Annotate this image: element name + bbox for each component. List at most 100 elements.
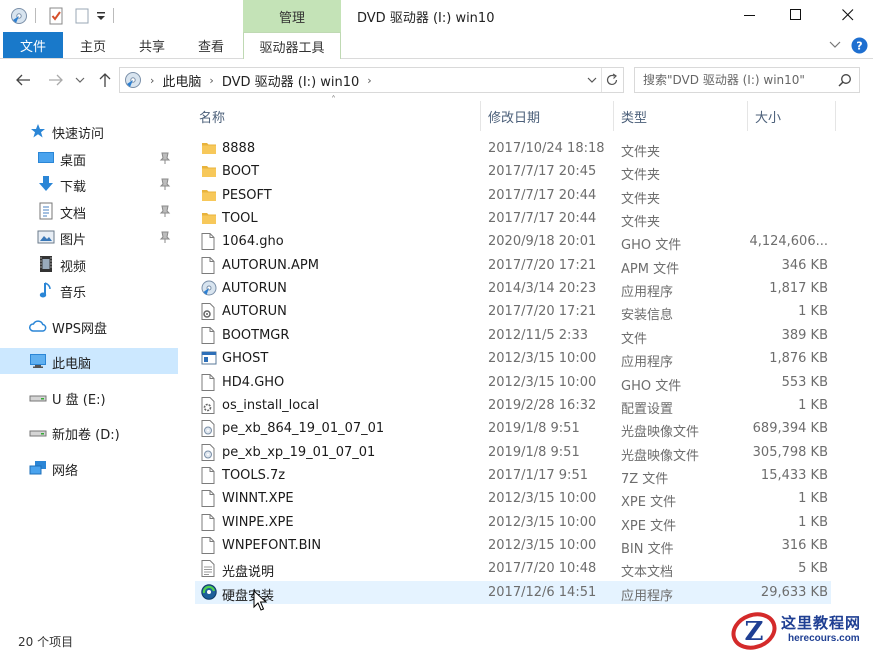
nav-item-network[interactable]: 网络: [0, 455, 178, 481]
back-button[interactable]: [12, 69, 34, 91]
table-row[interactable]: 光盘说明 2017/7/20 10:48 文本文档 5 KB: [195, 557, 831, 580]
file-icon: [201, 256, 217, 274]
table-row[interactable]: os_install_local 2019/2/28 16:32 配置设置 1 KB: [195, 394, 831, 417]
nav-item-music[interactable]: 音乐: [0, 277, 178, 303]
column-resize-handle[interactable]: [480, 101, 481, 131]
nav-item-usb-e[interactable]: U 盘 (E:): [0, 384, 178, 410]
column-header-date[interactable]: 修改日期: [488, 101, 540, 131]
forward-button[interactable]: [45, 69, 67, 91]
pictures-icon: [37, 228, 55, 246]
breadcrumb-this-pc[interactable]: 此电脑: [162, 71, 201, 90]
tab-drive-tools[interactable]: 驱动器工具: [243, 32, 341, 59]
search-box[interactable]: [634, 67, 860, 93]
cd-app-icon: [201, 280, 217, 297]
table-row[interactable]: AUTORUN 2014/3/14 20:23 应用程序 1,817 KB: [195, 277, 831, 300]
address-history-dropdown[interactable]: [586, 74, 598, 90]
table-row[interactable]: GHOST 2012/3/15 10:00 应用程序 1,876 KB: [195, 347, 831, 370]
up-button[interactable]: [94, 69, 116, 91]
file-type: 应用程序: [621, 285, 674, 301]
nav-item-documents[interactable]: 文档: [0, 198, 178, 224]
breadcrumb-separator-icon[interactable]: ›: [150, 74, 154, 87]
file-date: 2014/3/14 20:23: [488, 281, 597, 297]
table-row[interactable]: TOOLS.7z 2017/1/17 9:51 7Z 文件 15,433 KB: [195, 464, 831, 487]
file-type: 配置设置: [621, 401, 674, 417]
file-size: 1 KB: [798, 304, 828, 320]
file-type: 应用程序: [621, 355, 674, 371]
nav-item-volume-d[interactable]: 新加卷 (D:): [0, 419, 178, 445]
breadcrumb-separator-icon[interactable]: ›: [367, 74, 371, 87]
nav-item-quick-access[interactable]: 快速访问: [0, 118, 178, 144]
expand-ribbon-icon[interactable]: [828, 39, 844, 53]
pin-icon[interactable]: [158, 177, 172, 191]
help-icon[interactable]: ?: [851, 37, 868, 54]
maximize-button[interactable]: [773, 0, 819, 30]
close-button[interactable]: [825, 0, 871, 30]
breadcrumb-dvd-drive[interactable]: DVD 驱动器 (I:) win10: [222, 71, 359, 90]
column-header-type[interactable]: 类型: [621, 101, 647, 131]
search-input[interactable]: [643, 73, 833, 87]
table-row[interactable]: pe_xb_864_19_01_07_01 2019/1/8 9:51 光盘映像文件…: [195, 417, 831, 440]
table-row[interactable]: PESOFT 2017/7/17 20:44 文件夹: [195, 184, 831, 207]
nav-item-pictures[interactable]: 图片: [0, 224, 178, 250]
table-row[interactable]: WNPEFONT.BIN 2012/3/15 10:00 BIN 文件 316 KB: [195, 534, 831, 557]
minimize-button[interactable]: [727, 0, 773, 30]
table-row[interactable]: WINPE.XPE 2012/3/15 10:00 XPE 文件 1 KB: [195, 511, 831, 534]
explorer-app-icon[interactable]: [8, 6, 30, 26]
tab-home[interactable]: 主页: [66, 32, 120, 58]
file-icon: [201, 466, 217, 484]
address-bar[interactable]: › 此电脑 › DVD 驱动器 (I:) win10 ›: [119, 67, 624, 93]
pin-icon[interactable]: [158, 151, 172, 165]
disc-icon: [201, 443, 217, 461]
nav-item-desktop[interactable]: 桌面: [0, 145, 178, 171]
breadcrumb-separator-icon[interactable]: ›: [209, 74, 213, 87]
table-row[interactable]: 1064.gho 2020/9/18 20:01 GHO 文件 4,124,606..…: [195, 230, 831, 253]
nav-item-label: 视频: [60, 260, 87, 275]
file-type: APM 文件: [621, 261, 680, 277]
file-list: ˄ 名称 修改日期 类型 大小 8888 2017/10/24 18:18 文件夹 B…: [182, 95, 873, 621]
nav-item-videos[interactable]: 视频: [0, 251, 178, 277]
file-name: AUTORUN.APM: [222, 257, 319, 273]
file-name: pe_xb_xp_19_01_07_01: [222, 444, 376, 460]
column-header-size[interactable]: 大小: [755, 101, 781, 131]
tab-file[interactable]: 文件: [3, 32, 63, 58]
file-type: 光盘映像文件: [621, 448, 700, 464]
column-resize-handle[interactable]: [747, 101, 748, 131]
recent-locations-button[interactable]: [72, 69, 88, 91]
nav-item-downloads[interactable]: 下载: [0, 171, 178, 197]
ribbon-tab-bar: 文件 主页 共享 查看 驱动器工具 ?: [0, 32, 873, 59]
table-row[interactable]: AUTORUN.APM 2017/7/20 17:21 APM 文件 346 KB: [195, 254, 831, 277]
title-bar: 管理 DVD 驱动器 (I:) win10: [0, 0, 873, 32]
table-row[interactable]: 硬盘安装 2017/12/6 14:51 应用程序 29,633 KB: [195, 580, 831, 604]
navigation-pane: 快速访问 桌面 下载 文档 图片 视频 音乐 WPS网盘 此电脑 U 盘 (E:…: [0, 101, 182, 621]
file-date: 2019/1/8 9:51: [488, 421, 580, 437]
file-size: 1 KB: [798, 514, 828, 530]
table-row[interactable]: TOOL 2017/7/17 20:44 文件夹: [195, 207, 831, 230]
pin-icon[interactable]: [158, 204, 172, 218]
nav-item-wps-cloud[interactable]: WPS网盘: [0, 313, 178, 339]
properties-icon[interactable]: [45, 6, 67, 26]
nav-item-this-pc[interactable]: 此电脑: [0, 348, 178, 374]
file-icon: [201, 373, 217, 391]
column-header-name[interactable]: 名称: [199, 101, 225, 131]
column-resize-handle[interactable]: [613, 101, 614, 131]
new-folder-icon[interactable]: [72, 6, 92, 26]
refresh-button[interactable]: [605, 73, 619, 91]
chevron-down-icon: [587, 77, 597, 83]
table-row[interactable]: BOOT 2017/7/17 20:45 文件夹: [195, 160, 831, 183]
exe-icon: [201, 350, 217, 367]
search-icon[interactable]: [838, 73, 852, 91]
table-row[interactable]: HD4.GHO 2012/3/15 10:00 GHO 文件 553 KB: [195, 371, 831, 394]
table-row[interactable]: 8888 2017/10/24 18:18 文件夹: [195, 137, 831, 160]
context-tab-manage[interactable]: 管理: [243, 0, 341, 32]
tab-share[interactable]: 共享: [125, 32, 179, 58]
file-name: 光盘说明: [222, 565, 275, 581]
table-row[interactable]: BOOTMGR 2012/11/5 2:33 文件 389 KB: [195, 324, 831, 347]
file-type: 文件夹: [621, 215, 661, 231]
table-row[interactable]: pe_xb_xp_19_01_07_01 2019/1/8 9:51 光盘映像文件 3…: [195, 441, 831, 464]
tab-view[interactable]: 查看: [184, 32, 238, 58]
table-row[interactable]: AUTORUN 2017/7/20 17:21 安装信息 1 KB: [195, 300, 831, 323]
column-resize-handle[interactable]: [835, 101, 836, 131]
pin-icon[interactable]: [158, 230, 172, 244]
table-row[interactable]: WINNT.XPE 2012/3/15 10:00 XPE 文件 1 KB: [195, 487, 831, 510]
customize-quick-access-icon[interactable]: [94, 6, 108, 26]
